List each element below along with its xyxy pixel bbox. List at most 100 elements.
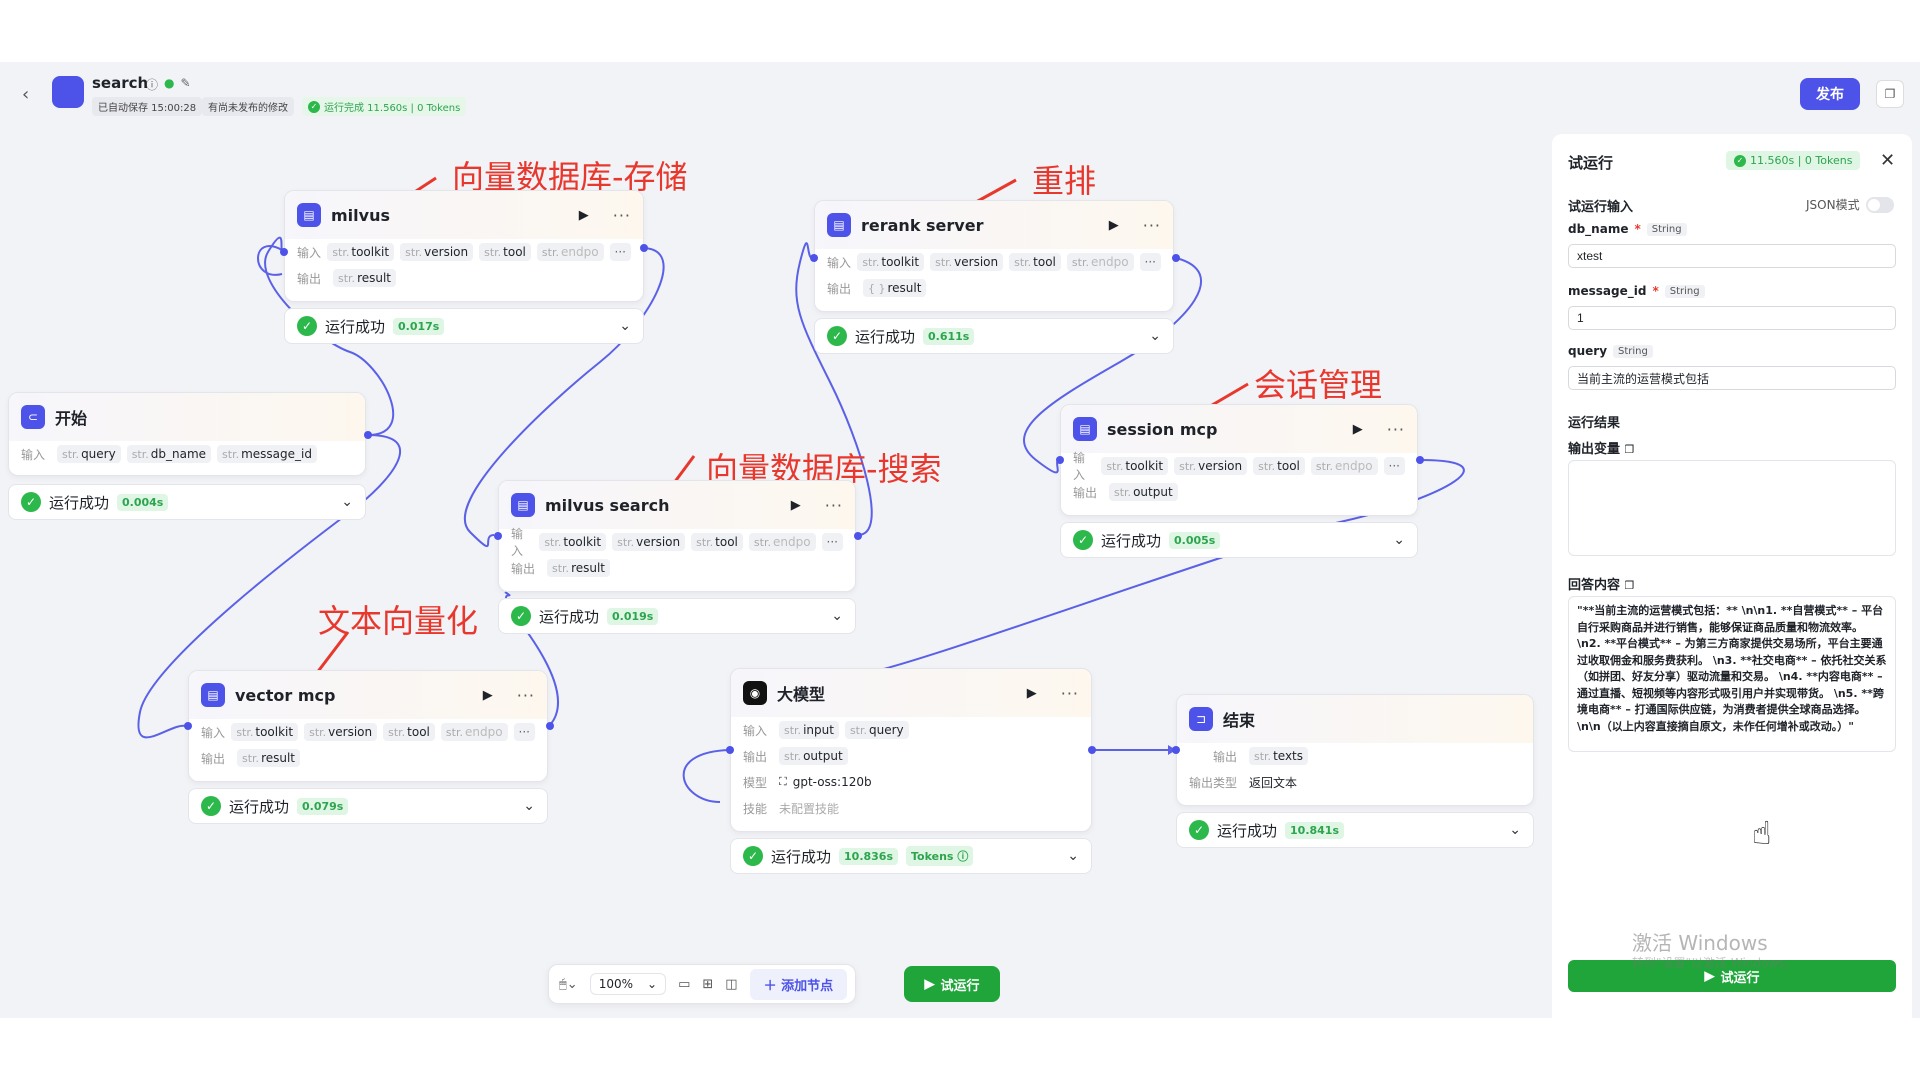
port-search-in[interactable] xyxy=(494,532,502,540)
more-icon[interactable]: ··· xyxy=(1061,684,1079,703)
status-llm[interactable]: ✓ 运行成功 10.836s Tokens ⓘ ⌄ xyxy=(730,838,1092,874)
db-name-input[interactable] xyxy=(1568,244,1896,268)
chevron-down-icon[interactable]: ⌄ xyxy=(341,494,353,510)
status-session[interactable]: ✓ 运行成功 0.005s ⌄ xyxy=(1060,522,1418,558)
more-params-icon[interactable]: ··· xyxy=(1383,457,1405,475)
skill-value: 未配置技能 xyxy=(779,801,840,816)
chevron-down-icon[interactable]: ⌄ xyxy=(1149,328,1161,344)
mouse-mode-icon[interactable]: 🖱⌄ xyxy=(559,977,578,992)
copy-icon[interactable]: ❐ xyxy=(1876,80,1904,108)
comment-icon[interactable]: ▭ xyxy=(678,977,690,992)
play-icon[interactable]: ▶ xyxy=(1353,422,1363,437)
back-arrow-icon[interactable]: ‹ xyxy=(22,84,29,105)
output-label: 输出 xyxy=(1073,485,1098,500)
more-params-icon[interactable]: ··· xyxy=(513,723,535,741)
zoom-select[interactable]: 100% ⌄ xyxy=(589,973,667,995)
node-llm[interactable]: ◉ 大模型 ▶ ··· 输入 str. input str. query 输出 str. o… xyxy=(730,668,1092,832)
check-icon: ✓ xyxy=(21,492,41,512)
check-icon: ✓ xyxy=(201,796,221,816)
node-milvus-search[interactable]: ▤ milvus search ▶ ··· 输入 str. toolkit str. ve… xyxy=(498,480,856,592)
chevron-down-icon[interactable]: ⌄ xyxy=(831,608,843,624)
node-title: session mcp xyxy=(1107,419,1218,439)
tokens-badge[interactable]: Tokens ⓘ xyxy=(906,846,974,866)
node-title: 大模型 xyxy=(777,685,826,704)
status-end[interactable]: ✓ 运行成功 10.841s ⌄ xyxy=(1176,812,1534,848)
port-rerank-out[interactable] xyxy=(1172,254,1180,262)
node-session-mcp[interactable]: ▤ session mcp ▶ ··· 输入 str. toolkit str. vers… xyxy=(1060,404,1418,516)
port-end-in[interactable] xyxy=(1172,746,1180,754)
play-icon[interactable]: ▶ xyxy=(1109,218,1119,233)
port-rerank-in[interactable] xyxy=(810,254,818,262)
more-params-icon[interactable]: ··· xyxy=(1139,253,1161,271)
more-icon[interactable]: ··· xyxy=(1143,216,1161,235)
param-tag: str. toolkit xyxy=(327,243,395,261)
message-id-input[interactable] xyxy=(1568,306,1896,330)
toggle-switch[interactable] xyxy=(1865,196,1894,213)
more-params-icon[interactable]: ··· xyxy=(609,243,631,261)
more-params-icon[interactable]: ··· xyxy=(821,533,843,551)
more-icon[interactable]: ··· xyxy=(613,206,631,225)
port-milvus-out[interactable] xyxy=(640,244,648,252)
status-rerank[interactable]: ✓ 运行成功 0.611s ⌄ xyxy=(814,318,1174,354)
chevron-down-icon: ⌄ xyxy=(647,977,658,991)
query-input[interactable] xyxy=(1568,366,1896,390)
play-icon[interactable]: ▶ xyxy=(1027,686,1037,701)
port-llm-in[interactable] xyxy=(726,746,734,754)
add-node-button[interactable]: ＋ 添加节点 xyxy=(749,968,848,1000)
chevron-down-icon[interactable]: ⌄ xyxy=(619,318,631,334)
port-vector-in[interactable] xyxy=(184,722,192,730)
port-milvus-in[interactable] xyxy=(280,248,288,256)
trial-run-button[interactable]: ▶ 试运行 xyxy=(904,966,1000,1002)
node-start[interactable]: ⊂ 开始 输入 str. query str. db_name str. message… xyxy=(8,392,366,476)
node-vector-mcp[interactable]: ▤ vector mcp ▶ ··· 输入 str. toolkit str. versi… xyxy=(188,670,548,782)
publish-button[interactable]: 发布 xyxy=(1800,78,1860,110)
check-icon: ✓ xyxy=(308,100,320,113)
info-icon[interactable]: ⓘ xyxy=(146,76,158,93)
port-llm-out[interactable] xyxy=(1088,746,1096,754)
node-rerank-server[interactable]: ▤ rerank server ▶ ··· 输入 str. toolkit str. ve… xyxy=(814,200,1174,312)
node-end[interactable]: ⊐ 结束 输出 str. texts 输出类型 返回文本 xyxy=(1176,694,1534,806)
play-icon[interactable]: ▶ xyxy=(579,208,589,223)
more-icon[interactable]: ··· xyxy=(825,496,843,515)
link-milvus-loop xyxy=(257,245,283,276)
param-tag: str. version xyxy=(400,243,474,261)
chevron-down-icon[interactable]: ⌄ xyxy=(1067,848,1079,864)
param-tag: str. tool xyxy=(479,243,531,261)
copy-icon[interactable]: ❐ xyxy=(1625,443,1635,456)
param-tag: str. version xyxy=(612,533,686,551)
chevron-down-icon[interactable]: ⌄ xyxy=(1393,532,1405,548)
port-start-out[interactable] xyxy=(364,431,372,439)
param-tag: str. endpo xyxy=(440,723,508,741)
run-status-text: 运行完成 11.560s | 0 Tokens xyxy=(324,103,461,114)
param-tag: str. query xyxy=(57,445,121,463)
node-milvus[interactable]: ▤ milvus ▶ ··· 输入 str. toolkit str. version s… xyxy=(284,190,644,302)
edit-icon[interactable]: ✎ xyxy=(181,76,191,93)
port-vector-out[interactable] xyxy=(546,722,554,730)
close-icon[interactable]: ✕ xyxy=(1880,150,1895,171)
copy-icon[interactable]: ❐ xyxy=(1625,579,1635,592)
output-label: 输出 xyxy=(297,271,322,286)
result-section-title: 运行结果 xyxy=(1568,416,1621,431)
port-search-out[interactable] xyxy=(854,532,862,540)
play-icon[interactable]: ▶ xyxy=(483,688,493,703)
play-icon[interactable]: ▶ xyxy=(791,498,801,513)
status-vector[interactable]: ✓ 运行成功 0.079s ⌄ xyxy=(188,788,548,824)
port-session-out[interactable] xyxy=(1416,456,1424,464)
status-start[interactable]: ✓ 运行成功 0.004s ⌄ xyxy=(8,484,366,520)
panel-run-badge: ✓ 11.560s | 0 Tokens xyxy=(1726,151,1861,170)
chevron-down-icon[interactable]: ⌄ xyxy=(523,798,535,814)
port-session-in[interactable] xyxy=(1056,456,1064,464)
answer-box[interactable]: "**当前主流的运营模式包括：** \n\n1. **自营模式** – 平台自行… xyxy=(1568,596,1896,752)
layout-icon[interactable]: ⊞ xyxy=(702,977,713,992)
toolbox-icon: ▤ xyxy=(201,683,225,707)
more-icon[interactable]: ··· xyxy=(517,686,535,705)
annotation-session: 会话管理 xyxy=(1254,366,1383,404)
json-mode-toggle[interactable]: JSON模式 xyxy=(1806,196,1894,213)
more-icon[interactable]: ··· xyxy=(1387,420,1405,439)
chevron-down-icon[interactable]: ⌄ xyxy=(1509,822,1521,838)
status-text: 运行成功 xyxy=(1217,821,1278,840)
minimap-icon[interactable]: ◫ xyxy=(725,977,737,992)
status-milvus-search[interactable]: ✓ 运行成功 0.019s ⌄ xyxy=(498,598,856,634)
param-tag: str. tool xyxy=(383,723,435,741)
status-milvus[interactable]: ✓ 运行成功 0.017s ⌄ xyxy=(284,308,644,344)
